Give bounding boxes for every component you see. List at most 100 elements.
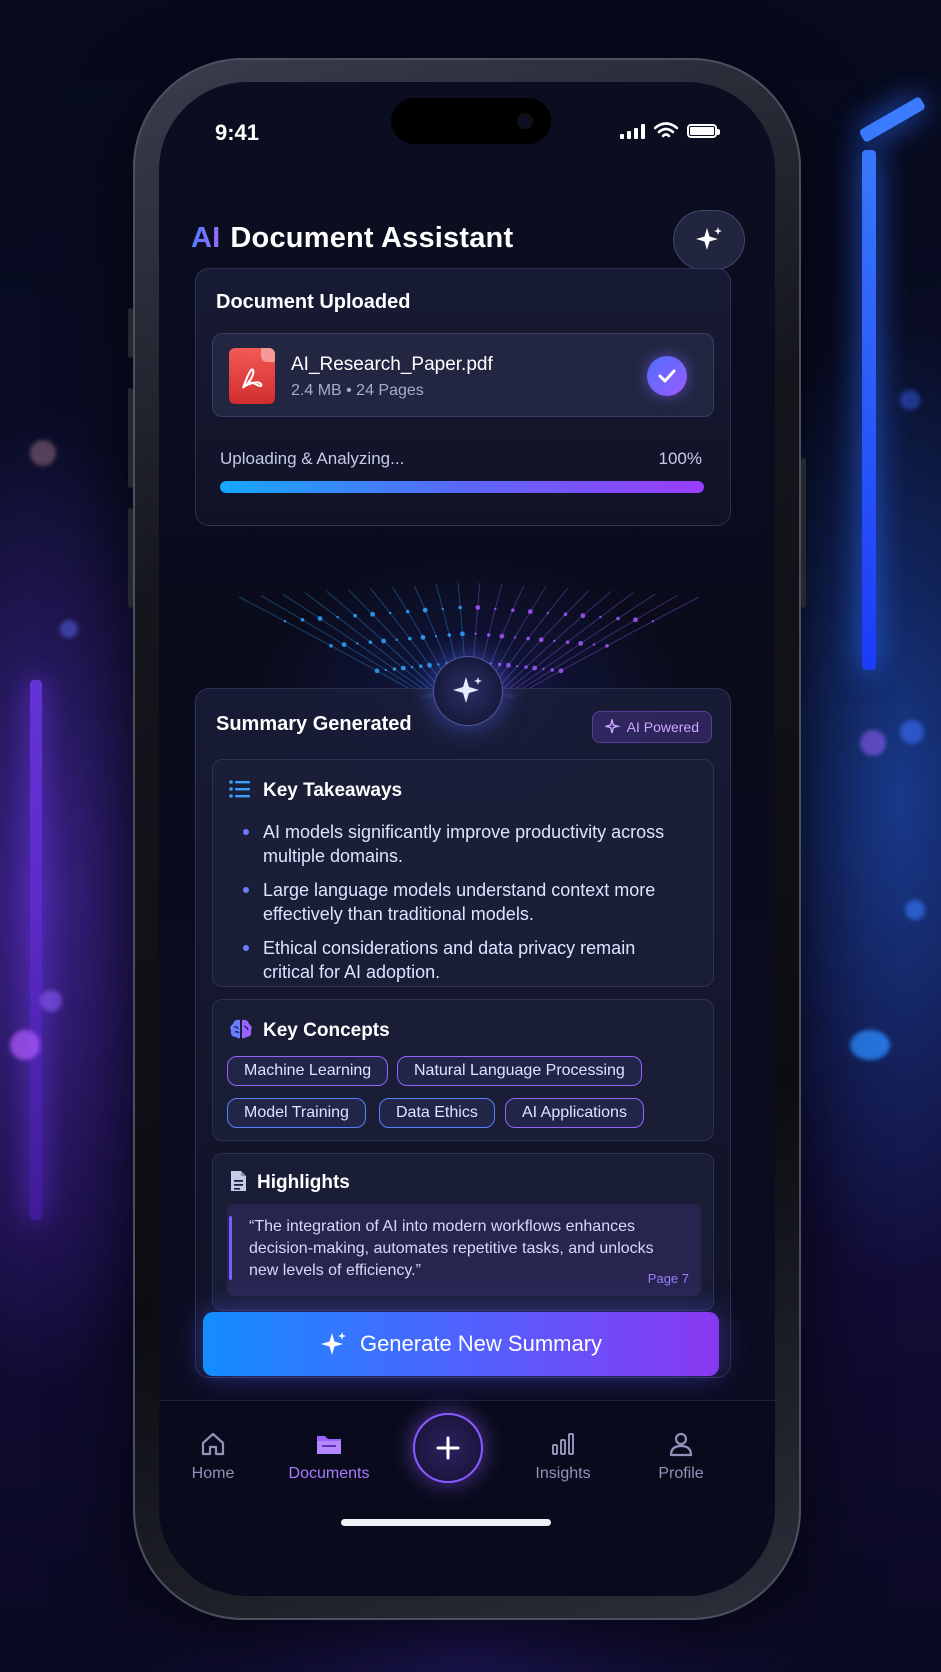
brain-icon — [230, 1019, 252, 1039]
app-header: AI Document Assistant — [189, 206, 745, 270]
stream-particle — [578, 641, 584, 646]
stream-particle — [553, 639, 556, 643]
folder-icon — [317, 1436, 341, 1454]
concept-chip[interactable]: AI Applications — [505, 1098, 644, 1128]
ai-sparkle-button[interactable] — [673, 210, 745, 270]
concept-chip[interactable]: Natural Language Processing — [397, 1056, 642, 1086]
sparkle-icon — [604, 719, 621, 734]
stream-particle — [511, 608, 515, 612]
stream-particle — [592, 643, 596, 646]
bar-chart-icon — [552, 1433, 574, 1455]
stream-particle — [474, 632, 477, 635]
list-item: Large language models understand context… — [241, 878, 681, 926]
stream-particle — [388, 611, 392, 615]
stream-particle — [526, 636, 530, 641]
tab-home[interactable]: Home — [163, 1427, 263, 1483]
stream-particle — [499, 633, 505, 639]
summary-card: Summary Generated AI Powered Key Takeawa… — [195, 688, 731, 1378]
neon-light — [858, 95, 927, 144]
stream-particle — [563, 612, 568, 617]
upload-card-title: Document Uploaded — [216, 291, 411, 313]
stream-particle — [616, 616, 620, 621]
stream-particle — [434, 635, 438, 638]
stream-particle — [486, 633, 491, 637]
stream-particle — [513, 636, 517, 639]
page-title: AI Document Assistant — [191, 222, 513, 255]
progress-percent: 100% — [658, 449, 702, 468]
stream-particle — [441, 607, 444, 611]
neon-light — [30, 680, 42, 1220]
file-meta: 2.4 MB • 24 Pages — [291, 382, 424, 399]
badge-label: AI Powered — [626, 719, 699, 735]
concept-chip[interactable]: Data Ethics — [379, 1098, 495, 1128]
list-icon — [229, 780, 250, 798]
stream-particle — [605, 644, 609, 648]
neon-light — [862, 150, 876, 670]
title-text: Document Assistant — [230, 222, 514, 254]
bokeh-light — [40, 990, 62, 1012]
tab-label: Insights — [535, 1465, 591, 1482]
stream-particle — [538, 637, 544, 643]
stream-particle — [542, 667, 545, 671]
progress-fill — [220, 481, 704, 493]
key-concepts-section: Key Concepts Machine Learning Natural La… — [212, 999, 714, 1141]
stream-particle — [341, 642, 347, 647]
bokeh-light — [10, 1030, 40, 1060]
stream-particle — [546, 611, 550, 615]
home-icon — [201, 1432, 225, 1456]
bokeh-light — [860, 730, 886, 756]
quote-page-link[interactable]: Page 7 — [648, 1268, 689, 1290]
progress-label: Uploading & Analyzing... — [220, 449, 405, 468]
stream-particle — [384, 668, 387, 672]
stream-particle — [283, 620, 287, 623]
generate-summary-label: Generate New Summary — [359, 1331, 603, 1356]
stream-particle — [317, 616, 323, 621]
stream-particle — [422, 607, 428, 613]
concept-chip[interactable]: Model Training — [227, 1098, 366, 1128]
bottom-tab-bar: Home Documents Insights Profile — [159, 1400, 775, 1596]
tab-insights[interactable]: Insights — [513, 1427, 613, 1483]
stream-particle — [419, 664, 423, 668]
battery-icon — [687, 124, 720, 138]
stream-particle — [300, 618, 305, 622]
stream-particle — [356, 642, 359, 645]
bokeh-light — [905, 900, 925, 920]
stream-particle — [392, 667, 397, 671]
highlights-section: Highlights “The integration of AI into m… — [212, 1153, 714, 1311]
stream-particle — [633, 617, 638, 623]
bokeh-light — [60, 620, 78, 638]
screen: 9:41 AI Document Assistant Document Uplo… — [159, 82, 775, 1596]
bokeh-light — [30, 440, 56, 466]
stream-particle — [458, 605, 462, 610]
list-item: Ethical considerations and data privacy … — [241, 936, 681, 984]
stream-particle — [516, 665, 519, 668]
stream-particle — [437, 663, 440, 666]
wifi-icon — [654, 122, 678, 138]
sparkle-icon — [320, 1332, 346, 1355]
stream-particle — [336, 615, 339, 619]
stream-particle — [427, 662, 432, 668]
key-takeaways-section: Key Takeaways AI models significantly im… — [212, 759, 714, 987]
stream-particle — [475, 605, 481, 610]
signal-icon — [620, 123, 645, 139]
concept-chip[interactable]: Machine Learning — [227, 1056, 389, 1086]
tab-label: Home — [191, 1465, 235, 1482]
stream-particle — [494, 607, 497, 611]
title-ai-prefix: AI — [191, 222, 221, 254]
status-time: 9:41 — [215, 120, 260, 145]
generate-summary-button[interactable]: Generate New Summary — [203, 1312, 719, 1376]
document-icon — [231, 1171, 246, 1191]
tab-profile[interactable]: Profile — [631, 1427, 731, 1483]
stream-particle — [368, 640, 373, 644]
add-document-button[interactable] — [413, 1413, 483, 1483]
stream-particle — [381, 638, 386, 644]
stream-particle — [558, 668, 564, 674]
file-row[interactable]: AI_Research_Paper.pdf 2.4 MB • 24 Pages — [212, 333, 714, 417]
stream-particle — [374, 668, 380, 674]
phone-button — [128, 308, 133, 358]
sparkle-icon — [453, 677, 482, 703]
upload-card: Document Uploaded AI_Research_Paper.pdf … — [195, 268, 731, 526]
stream-particle — [353, 613, 357, 618]
file-name: AI_Research_Paper.pdf — [291, 354, 493, 375]
tab-documents[interactable]: Documents — [279, 1427, 379, 1483]
